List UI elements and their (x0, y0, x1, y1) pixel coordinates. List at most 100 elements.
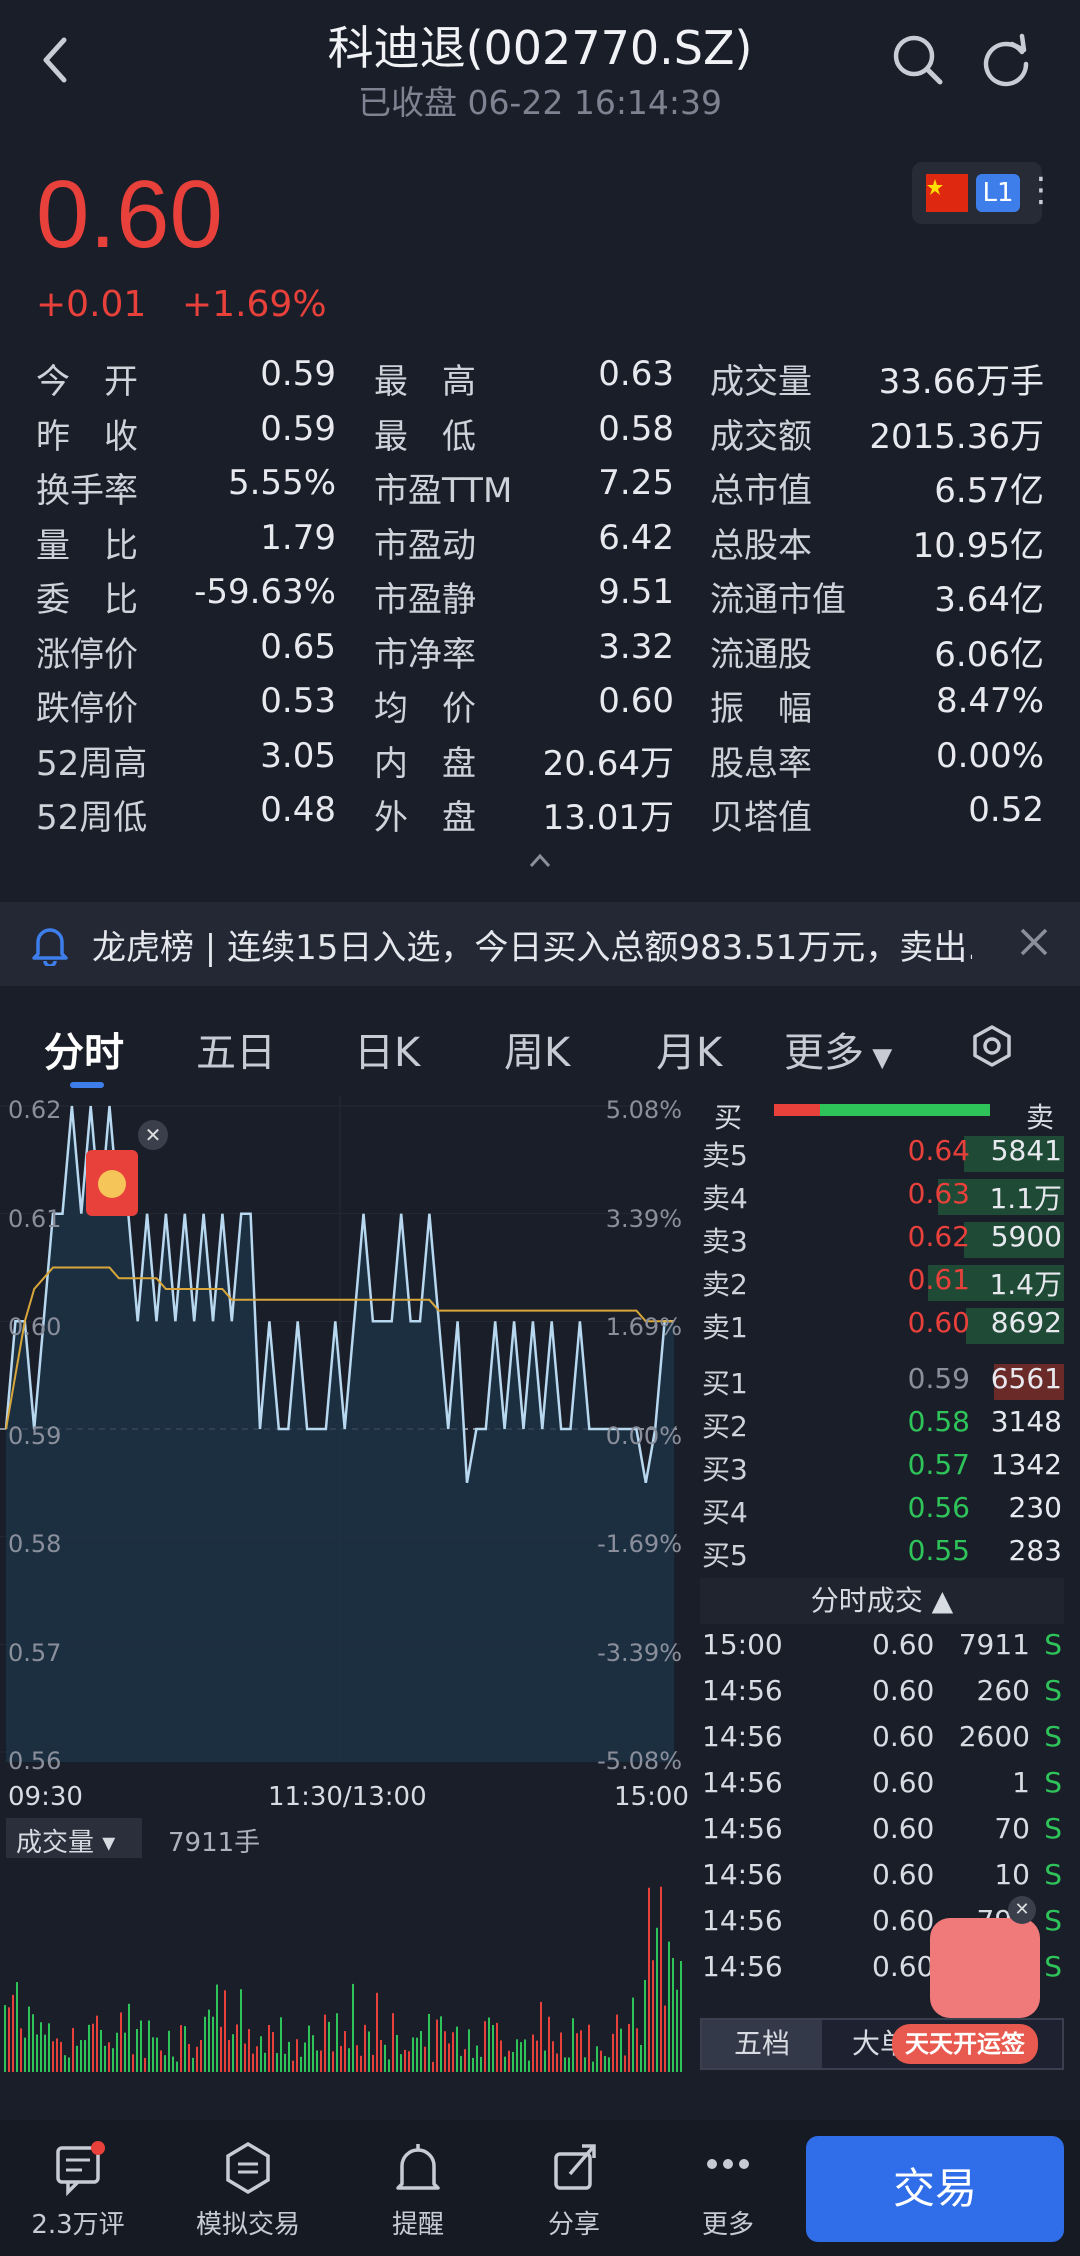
more-button[interactable]: 更多 (658, 2140, 798, 2240)
volume-bar (588, 2024, 590, 2072)
stat-value: 8.47% (935, 681, 1044, 721)
ask-label: 卖5 (702, 1139, 748, 1172)
volume-bar (52, 2041, 54, 2072)
stat-value: 0.58 (598, 408, 674, 449)
tab-daily-k[interactable]: 日K (354, 1020, 420, 1078)
ask-row[interactable]: 卖1 0.60 8692 (700, 1306, 1064, 1346)
volume-bar (432, 2061, 434, 2072)
bid-row[interactable]: 买3 0.57 1342 (700, 1448, 1064, 1488)
ask-row[interactable]: 卖4 0.63 1.1万 (700, 1177, 1064, 1217)
trade-button[interactable]: 交易 (806, 2136, 1064, 2242)
comments-button[interactable]: 2.3万评 (8, 2140, 148, 2240)
volume-bar (324, 2014, 326, 2072)
tab-weekly-k[interactable]: 周K (504, 1020, 570, 1078)
trade-side: S (1044, 1674, 1062, 1707)
market-badges[interactable]: L1 ⋮ (912, 162, 1058, 224)
trade-row: 14:56 0.60 70 S (702, 1812, 1064, 1858)
simulate-trade-button[interactable]: 模拟交易 (178, 2140, 318, 2240)
volume-bar (516, 2039, 518, 2072)
x-label-midday: 11:30/13:00 (268, 1782, 427, 1812)
notice-text[interactable]: 龙虎榜 | 连续15日入选，今日买入总额983.51万元，卖出... (92, 920, 972, 969)
share-button[interactable]: 分享 (504, 2140, 644, 2240)
stat-label: 今 开 (36, 362, 138, 402)
volume-bar (520, 2042, 522, 2072)
volume-bar (348, 2048, 350, 2072)
volume-bar (532, 2034, 534, 2072)
stat-label: 52周低 (36, 798, 148, 838)
tab-five-levels[interactable]: 五档 (702, 2020, 822, 2068)
share-icon (554, 2144, 596, 2190)
promo-label[interactable]: 天天开运签 (892, 2024, 1038, 2064)
volume-bar (616, 2014, 618, 2072)
red-envelope-icon[interactable] (86, 1150, 138, 1216)
volume-bar (48, 2023, 50, 2072)
volume-bar (416, 2037, 418, 2072)
trade-side: S (1044, 1904, 1062, 1937)
y-tick-left: 0.59 (8, 1421, 62, 1450)
volume-bar (468, 2029, 470, 2072)
stat-label: 外 盘 (374, 798, 476, 838)
x-label-close: 15:00 (614, 1782, 689, 1812)
ask-row[interactable]: 卖5 0.64 5841 (700, 1134, 1064, 1174)
volume-bar (660, 1886, 662, 2072)
stat-label: 流通市值 (710, 580, 846, 620)
price-change-percent: +1.69% (182, 284, 327, 325)
bid-row[interactable]: 买5 0.55 283 (700, 1534, 1064, 1574)
more-options-icon[interactable]: ⋮ (1024, 170, 1058, 210)
volume-bar (104, 2045, 106, 2072)
trade-row: 15:00 0.60 7911 S (702, 1628, 1064, 1674)
trade-side: S (1044, 1766, 1062, 1799)
volume-bar (296, 2039, 298, 2072)
volume-selector[interactable]: 成交量 ▾ (6, 1818, 142, 1858)
promo-icon[interactable] (930, 1918, 1040, 2018)
bid-row[interactable]: 买1 0.59 6561 (700, 1362, 1064, 1402)
bid-label: 买2 (702, 1410, 748, 1443)
dropdown-icon: ▼ (864, 1043, 893, 1073)
volume-label: 成交量 (16, 1828, 95, 1858)
tab-five-day[interactable]: 五日 (196, 1020, 276, 1078)
trade-volume: 7911 (958, 1628, 1030, 1661)
stat-label: 委 比 (36, 580, 138, 620)
ask-label: 卖1 (702, 1311, 748, 1344)
close-envelope-icon[interactable]: ✕ (138, 1120, 168, 1150)
volume-bar (216, 1984, 218, 2072)
tab-more[interactable]: 更多 ▼ (784, 1020, 892, 1078)
close-icon[interactable] (1018, 926, 1050, 962)
settings-icon[interactable] (970, 1024, 1014, 1072)
volume-bar (312, 2035, 314, 2072)
volume-bar (552, 2041, 554, 2072)
ask-row[interactable]: 卖2 0.61 1.4万 (700, 1263, 1064, 1303)
volume-bar (284, 2053, 286, 2072)
bid-row[interactable]: 买2 0.58 3148 (700, 1405, 1064, 1445)
trades-header[interactable]: 分时成交 ▲ (700, 1578, 1064, 1624)
collapse-chevron-icon[interactable] (525, 848, 555, 872)
volume-bar (152, 2037, 154, 2072)
volume-bar (344, 2031, 346, 2072)
volume-bar (604, 2056, 606, 2072)
bid-price: 0.58 (907, 1405, 970, 1438)
y-tick-left: 0.60 (8, 1313, 62, 1341)
tab-intraday[interactable]: 分时 (44, 1020, 124, 1078)
volume-bar (96, 2015, 98, 2072)
volume-bar (404, 2049, 406, 2072)
volume-bar (68, 2057, 70, 2072)
y-tick-left: 0.57 (8, 1638, 62, 1667)
trade-time: 14:56 (702, 1858, 783, 1891)
volume-bar (488, 2017, 490, 2072)
stat-value: 6.42 (598, 517, 674, 558)
close-promo-icon[interactable]: ✕ (1008, 1896, 1036, 1924)
search-icon[interactable] (888, 30, 948, 90)
bid-price: 0.55 (907, 1534, 970, 1567)
volume-bar (364, 2024, 366, 2072)
ask-row[interactable]: 卖3 0.62 5900 (700, 1220, 1064, 1260)
volume-bar (564, 2057, 566, 2072)
refresh-icon[interactable] (976, 30, 1036, 90)
bid-row[interactable]: 买4 0.56 230 (700, 1491, 1064, 1531)
tab-monthly-k[interactable]: 月K (656, 1020, 722, 1078)
alert-button[interactable]: 提醒 (348, 2140, 488, 2240)
bid-label: 买1 (702, 1367, 748, 1400)
ask-price: 0.62 (907, 1220, 970, 1253)
trade-side: S (1044, 1628, 1062, 1661)
volume-bar (4, 2005, 6, 2072)
volume-bar (88, 2024, 90, 2072)
